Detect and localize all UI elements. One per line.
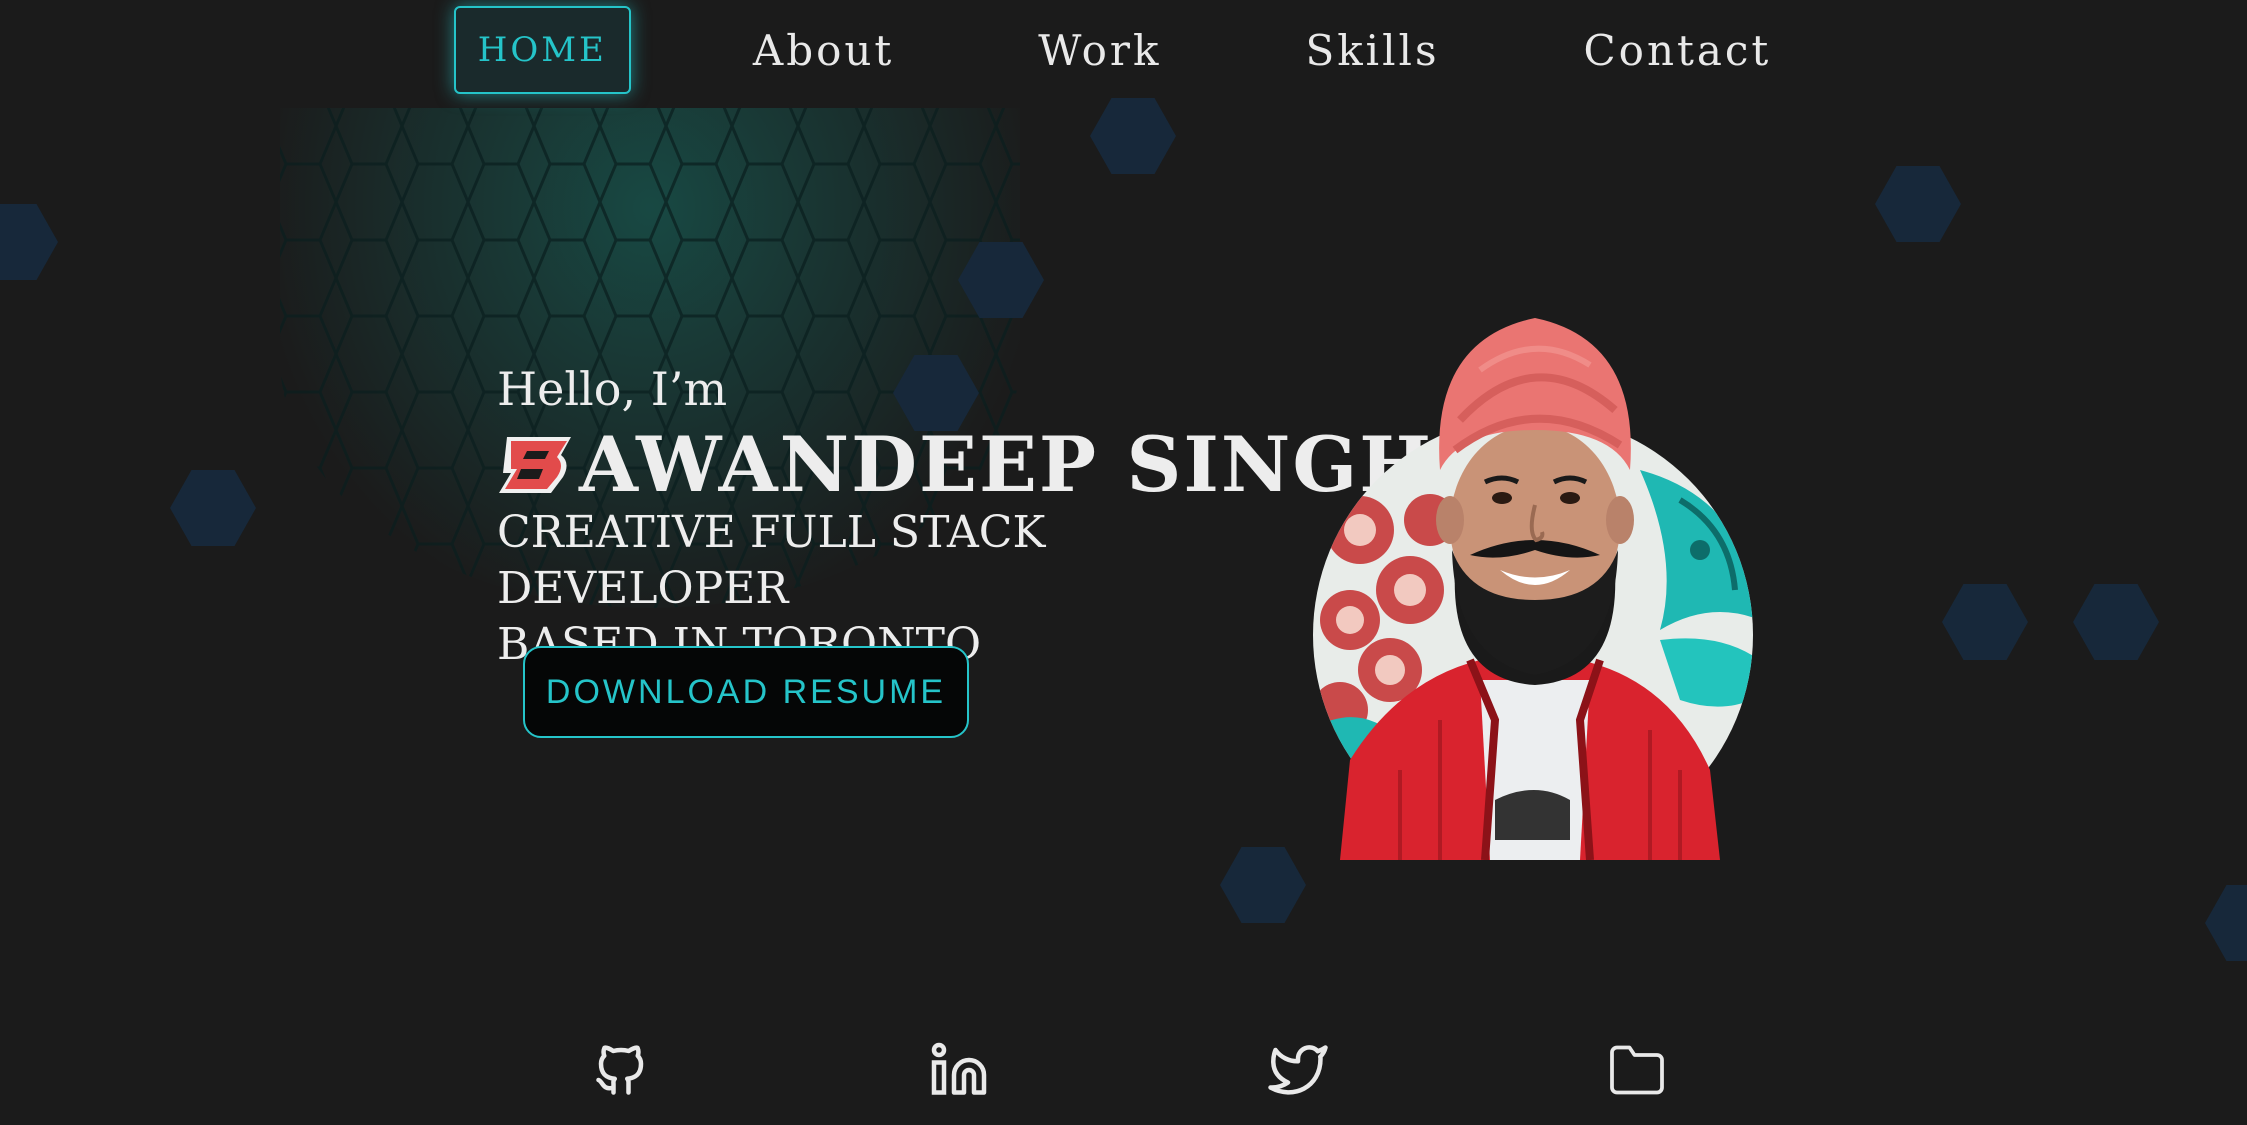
profile-avatar (1313, 318, 1753, 860)
download-resume-button[interactable]: DOWNLOAD RESUME (523, 646, 969, 738)
decorative-hexagon (1090, 98, 1176, 174)
twitter-icon (1268, 1045, 1328, 1095)
nav-about[interactable]: About (731, 8, 916, 93)
main-nav: HOME About Work Skills Contact (0, 0, 2247, 108)
nav-skills[interactable]: Skills (1283, 8, 1461, 93)
page: HOME About Work Skills Contact Hello, I’… (0, 0, 2247, 1125)
folder-link[interactable] (1607, 1040, 1667, 1100)
decorative-hexagon (2205, 885, 2247, 961)
linkedin-link[interactable] (929, 1040, 989, 1100)
b-logo-icon (499, 436, 571, 493)
github-icon (596, 1045, 644, 1095)
nav-contact[interactable]: Contact (1562, 8, 1794, 93)
github-link[interactable] (591, 1040, 651, 1100)
hero-subtitle-line1: CREATIVE FULL STACK DEVELOPER (497, 507, 1046, 614)
nav-work[interactable]: Work (1016, 8, 1183, 93)
nav-home[interactable]: HOME (453, 6, 631, 94)
decorative-hexagon (1875, 166, 1961, 242)
linkedin-icon (931, 1042, 987, 1095)
decorative-hexagon (1942, 584, 2028, 660)
decorative-hexagon (170, 470, 256, 546)
hero-greeting: Hello, I’m (497, 362, 728, 416)
decorative-hexagon (2073, 584, 2159, 660)
decorative-hexagon (0, 204, 58, 280)
twitter-link[interactable] (1268, 1040, 1328, 1100)
folder-icon (1610, 1045, 1664, 1095)
